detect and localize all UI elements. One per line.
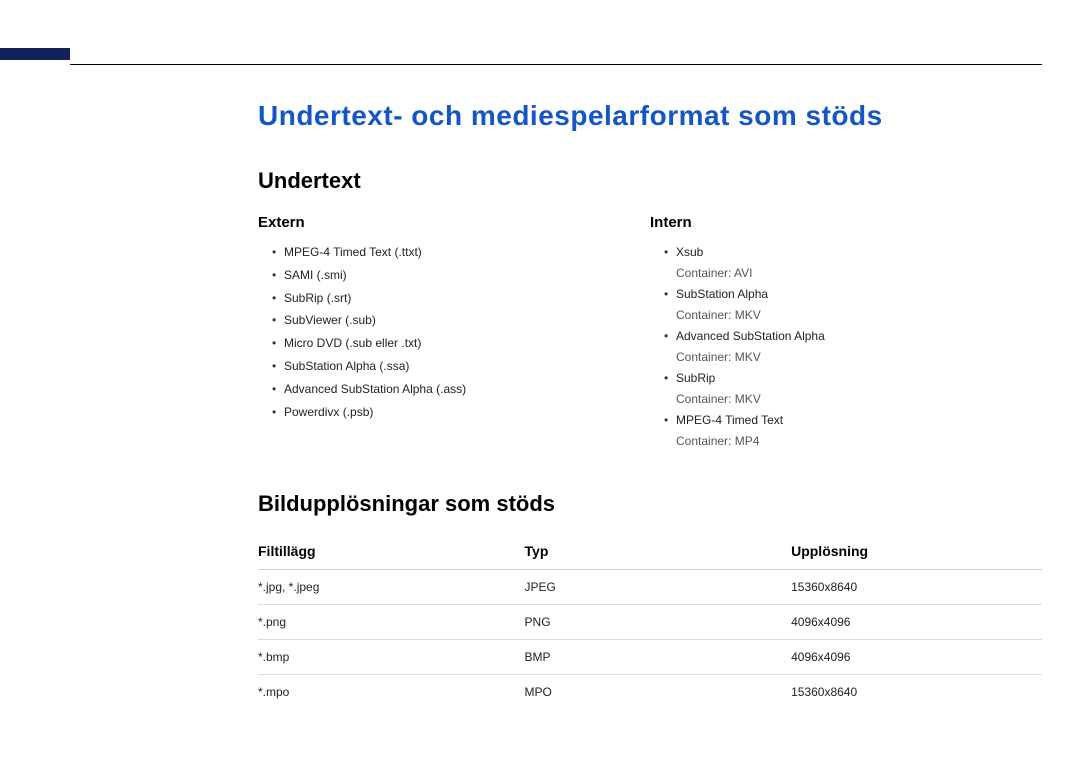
list-item: SubRip (.srt) bbox=[272, 287, 650, 310]
container-note: Container: MKV bbox=[676, 306, 1042, 325]
cell-ext: *.bmp bbox=[258, 639, 525, 674]
cell-type: JPEG bbox=[525, 569, 792, 604]
list-item: SubRip Container: MKV bbox=[664, 367, 1042, 409]
content-area: Undertext- och mediespelarformat som stö… bbox=[258, 100, 1042, 709]
table-header-row: Filtillägg Typ Upplösning bbox=[258, 537, 1042, 570]
list-item: Advanced SubStation Alpha Container: MKV bbox=[664, 325, 1042, 367]
cell-res: 4096x4096 bbox=[791, 604, 1042, 639]
external-heading: Extern bbox=[258, 214, 650, 231]
table-row: *.png PNG 4096x4096 bbox=[258, 604, 1042, 639]
subtitles-columns: Extern MPEG-4 Timed Text (.ttxt) SAMI (.… bbox=[258, 214, 1042, 451]
internal-column: Intern Xsub Container: AVI SubStation Al… bbox=[650, 214, 1042, 451]
internal-list: Xsub Container: AVI SubStation Alpha Con… bbox=[650, 241, 1042, 451]
resolutions-table: Filtillägg Typ Upplösning *.jpg, *.jpeg … bbox=[258, 537, 1042, 709]
cell-type: BMP bbox=[525, 639, 792, 674]
col-type: Typ bbox=[525, 537, 792, 570]
list-item: SAMI (.smi) bbox=[272, 264, 650, 287]
cell-ext: *.jpg, *.jpeg bbox=[258, 569, 525, 604]
side-marker bbox=[0, 48, 70, 60]
container-note: Container: AVI bbox=[676, 264, 1042, 283]
col-res: Upplösning bbox=[791, 537, 1042, 570]
cell-ext: *.png bbox=[258, 604, 525, 639]
cell-type: MPO bbox=[525, 674, 792, 709]
external-list: MPEG-4 Timed Text (.ttxt) SAMI (.smi) Su… bbox=[258, 241, 650, 423]
table-row: *.jpg, *.jpeg JPEG 15360x8640 bbox=[258, 569, 1042, 604]
list-item: SubStation Alpha Container: MKV bbox=[664, 283, 1042, 325]
external-column: Extern MPEG-4 Timed Text (.ttxt) SAMI (.… bbox=[258, 214, 650, 451]
cell-res: 15360x8640 bbox=[791, 569, 1042, 604]
col-ext: Filtillägg bbox=[258, 537, 525, 570]
list-item: Micro DVD (.sub eller .txt) bbox=[272, 332, 650, 355]
table-row: *.mpo MPO 15360x8640 bbox=[258, 674, 1042, 709]
subtitles-heading: Undertext bbox=[258, 168, 1042, 194]
list-item: MPEG-4 Timed Text (.ttxt) bbox=[272, 241, 650, 264]
cell-type: PNG bbox=[525, 604, 792, 639]
cell-res: 15360x8640 bbox=[791, 674, 1042, 709]
container-note: Container: MKV bbox=[676, 390, 1042, 409]
internal-heading: Intern bbox=[650, 214, 1042, 231]
list-item: Advanced SubStation Alpha (.ass) bbox=[272, 378, 650, 401]
top-rule bbox=[70, 64, 1042, 65]
container-note: Container: MKV bbox=[676, 348, 1042, 367]
list-item: Xsub Container: AVI bbox=[664, 241, 1042, 283]
list-item: SubViewer (.sub) bbox=[272, 309, 650, 332]
cell-res: 4096x4096 bbox=[791, 639, 1042, 674]
list-item: SubStation Alpha (.ssa) bbox=[272, 355, 650, 378]
container-note: Container: MP4 bbox=[676, 432, 1042, 451]
cell-ext: *.mpo bbox=[258, 674, 525, 709]
page-title: Undertext- och mediespelarformat som stö… bbox=[258, 100, 1042, 132]
list-item: MPEG-4 Timed Text Container: MP4 bbox=[664, 409, 1042, 451]
resolutions-heading: Bildupplösningar som stöds bbox=[258, 491, 1042, 517]
list-item: Powerdivx (.psb) bbox=[272, 401, 650, 424]
table-row: *.bmp BMP 4096x4096 bbox=[258, 639, 1042, 674]
